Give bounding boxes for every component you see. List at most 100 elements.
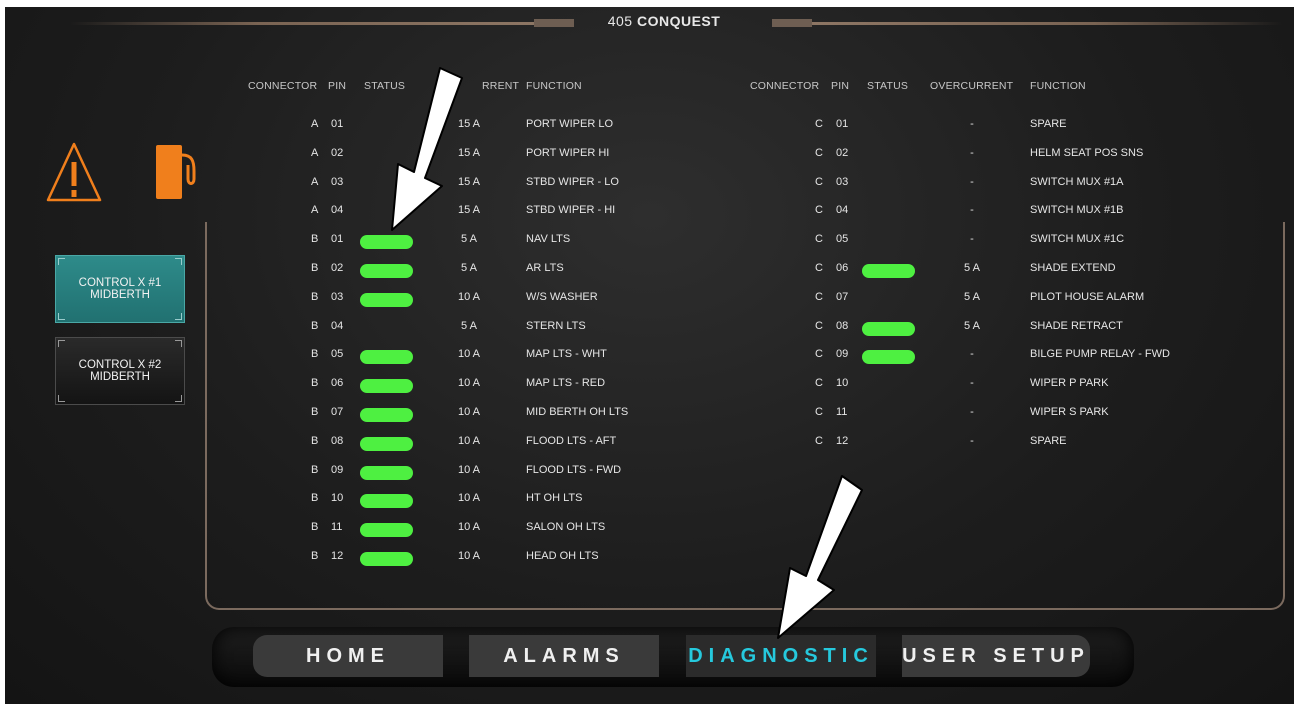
- pin-cell: 02: [836, 146, 849, 159]
- connector-cell: C: [815, 146, 823, 159]
- nav-alarms-tab[interactable]: ALARMS: [469, 635, 659, 677]
- pin-cell: 04: [836, 204, 849, 217]
- overcurrent-cell: -: [970, 146, 974, 159]
- left-header-overcurrent: RRENT: [482, 80, 520, 92]
- connector-cell: C: [815, 406, 823, 418]
- pin-cell: 06: [836, 262, 849, 274]
- pin-cell: 10: [331, 492, 344, 505]
- connector-cell: C: [815, 290, 823, 303]
- table-row: C 10 - WIPER P PARK: [0, 377, 1299, 397]
- right-header-pin: PIN: [831, 80, 850, 92]
- overcurrent-cell: 5 A: [964, 262, 980, 274]
- overcurrent-cell: -: [970, 233, 974, 246]
- header-block-left: [534, 19, 574, 27]
- overcurrent-cell: 10 A: [457, 492, 481, 505]
- pin-cell: 08: [836, 319, 849, 332]
- connector-cell: B: [311, 492, 319, 505]
- pin-cell: 01: [836, 118, 849, 130]
- table-row: B 11 10 A SALON OH LTS: [0, 521, 1299, 541]
- pin-cell: 09: [836, 348, 849, 361]
- table-row: C 02 - HELM SEAT POS SNS: [0, 147, 1299, 167]
- header-line-left: [70, 22, 540, 25]
- left-header-function: FUNCTION: [526, 80, 582, 92]
- pin-cell: 11: [836, 406, 848, 418]
- status-indicator-on: [862, 350, 915, 365]
- table-row: C 08 5 A SHADE RETRACT: [0, 320, 1299, 340]
- callout-arrow-icon: [777, 475, 863, 639]
- connector-cell: C: [815, 434, 823, 447]
- pin-cell: 05: [836, 233, 849, 246]
- pin-cell: 12: [836, 434, 849, 447]
- overcurrent-cell: -: [970, 175, 974, 188]
- overcurrent-cell: 5 A: [964, 290, 980, 303]
- table-row: C 07 5 A PILOT HOUSE ALARM: [0, 291, 1299, 311]
- overcurrent-cell: -: [970, 348, 974, 361]
- function-cell: PILOT HOUSE ALARM: [1030, 290, 1145, 303]
- callout-arrow-icon: [391, 67, 463, 231]
- function-cell: SHADE RETRACT: [1030, 319, 1123, 332]
- connector-cell: C: [815, 118, 823, 130]
- pin-cell: 09: [331, 463, 344, 476]
- connector-cell: C: [815, 204, 823, 217]
- nav-home-tab[interactable]: HOME: [253, 635, 443, 677]
- connector-cell: C: [815, 319, 823, 332]
- nav-user-setup-tab[interactable]: USER SETUP: [902, 635, 1090, 677]
- table-row: C 03 - SWITCH MUX #1A: [0, 176, 1299, 196]
- connector-cell: C: [815, 377, 823, 390]
- title-name: CONQUEST: [636, 13, 721, 29]
- left-header-connector: CONNECTOR: [248, 80, 318, 92]
- table-row: C 11 - WIPER S PARK: [0, 406, 1299, 426]
- connector-cell: B: [311, 463, 319, 476]
- pin-cell: 12: [331, 550, 344, 562]
- function-cell: SHADE EXTEND: [1030, 262, 1116, 274]
- table-row: B 09 10 A FLOOD LTS - FWD: [0, 464, 1299, 484]
- header-block-right: [772, 19, 812, 27]
- pin-cell: 10: [836, 377, 849, 390]
- connector-cell: C: [815, 175, 823, 188]
- right-header-overcurrent: OVERCURRENT: [930, 80, 1014, 92]
- connector-cell: C: [815, 348, 823, 361]
- connector-cell: B: [311, 550, 319, 562]
- status-indicator-on: [360, 523, 413, 538]
- function-cell: WIPER S PARK: [1030, 406, 1109, 418]
- table-row: C 12 - SPARE: [0, 435, 1299, 455]
- function-cell: SPARE: [1030, 118, 1067, 130]
- header-line-right: [812, 22, 1282, 25]
- status-indicator-on: [862, 321, 915, 336]
- overcurrent-cell: 10 A: [457, 463, 481, 476]
- table-row: C 09 - BILGE PUMP RELAY - FWD: [0, 348, 1299, 368]
- function-cell: SWITCH MUX #1A: [1030, 175, 1124, 188]
- pin-cell: 07: [836, 290, 849, 303]
- status-indicator-on: [360, 465, 413, 480]
- overcurrent-cell: -: [970, 434, 974, 447]
- right-header-connector: CONNECTOR: [750, 80, 820, 92]
- corner-mark: [175, 340, 182, 347]
- overcurrent-cell: 10 A: [457, 550, 481, 562]
- function-cell: SWITCH MUX #1C: [1030, 233, 1125, 246]
- overcurrent-cell: -: [970, 204, 974, 217]
- status-indicator-on: [862, 264, 915, 278]
- function-cell: BILGE PUMP RELAY - FWD: [1030, 348, 1170, 361]
- corner-mark: [58, 340, 65, 347]
- overcurrent-cell: 5 A: [964, 319, 980, 332]
- table-row: C 06 5 A SHADE EXTEND: [0, 262, 1299, 282]
- overcurrent-cell: -: [970, 118, 974, 130]
- status-indicator-on: [360, 494, 413, 509]
- overcurrent-cell: -: [970, 377, 974, 390]
- function-cell: HELM SEAT POS SNS: [1030, 146, 1144, 159]
- right-header-function: FUNCTION: [1030, 80, 1086, 92]
- status-indicator-on: [360, 552, 413, 566]
- connector-cell: C: [815, 233, 823, 246]
- screen: 405 CONQUEST CONTROL X #1 MIDBERTH CONTR…: [0, 0, 1299, 709]
- function-cell: WIPER P PARK: [1030, 377, 1109, 390]
- connector-cell: C: [815, 262, 823, 274]
- function-cell: SALON OH LTS: [526, 521, 606, 534]
- table-row: C 01 - SPARE: [0, 118, 1299, 138]
- pin-cell: 03: [836, 175, 849, 188]
- function-cell: FLOOD LTS - FWD: [526, 463, 622, 476]
- pin-cell: 11: [331, 521, 343, 534]
- table-row: C 04 - SWITCH MUX #1B: [0, 204, 1299, 224]
- title-number: 405: [607, 13, 633, 29]
- left-header-pin: PIN: [328, 80, 347, 92]
- function-cell: SPARE: [1030, 434, 1067, 447]
